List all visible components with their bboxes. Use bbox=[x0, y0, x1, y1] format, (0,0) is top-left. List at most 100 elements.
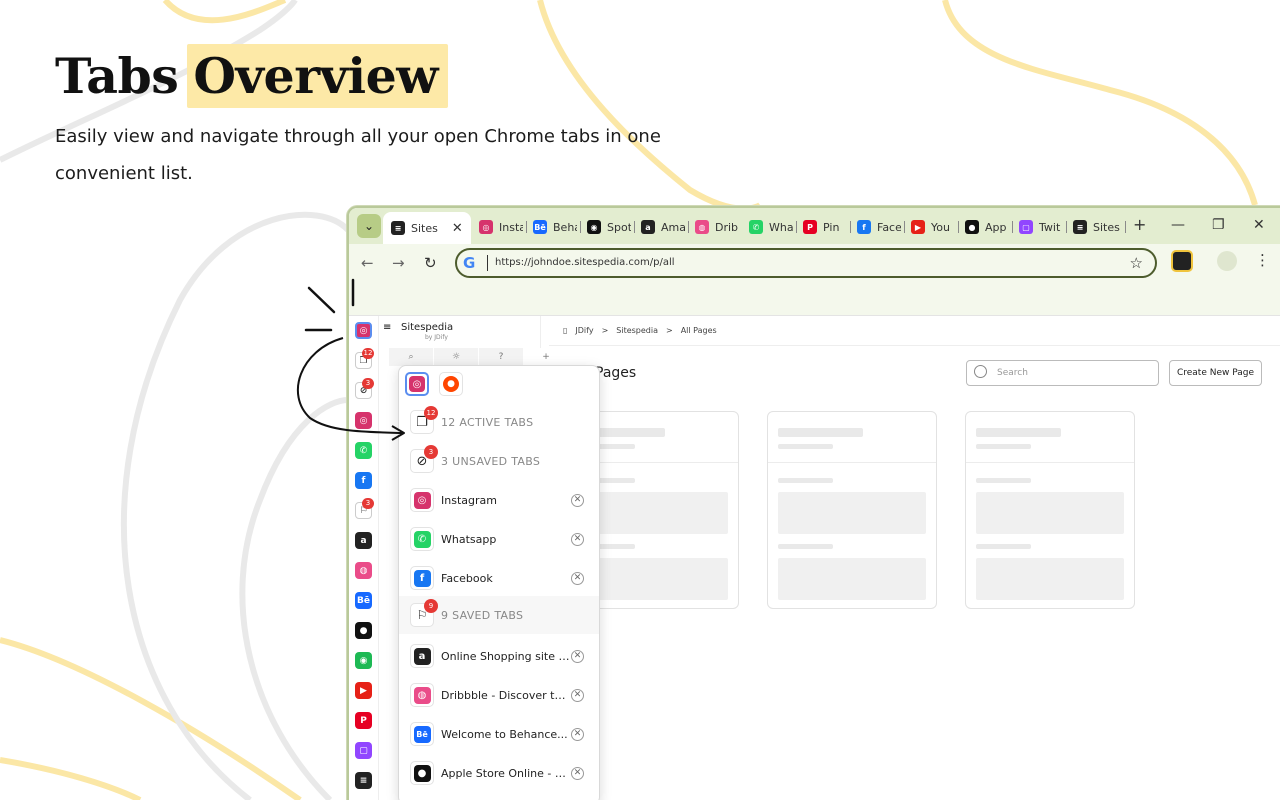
instagram-icon[interactable]: ◎ bbox=[355, 322, 372, 339]
instagram-quick-button[interactable]: ◎ bbox=[405, 372, 429, 396]
facebook-icon[interactable]: f bbox=[355, 472, 372, 489]
help-icon[interactable]: ? bbox=[479, 348, 523, 366]
close-icon[interactable]: ✕ bbox=[452, 221, 463, 236]
browser-tab[interactable]: a Ama bbox=[641, 214, 685, 240]
sitespedia-icon: ≡ bbox=[1073, 220, 1087, 234]
tab-title: Welcome to Behance... bbox=[441, 727, 568, 741]
tab-label: Sites bbox=[411, 221, 438, 235]
tab-label: Twit bbox=[1039, 220, 1061, 234]
title-highlight: Overview bbox=[187, 44, 448, 108]
tab-list-item[interactable]: a Online Shopping site in... ✕ bbox=[399, 637, 599, 675]
close-window-button[interactable]: ✕ bbox=[1253, 217, 1265, 233]
restore-button[interactable]: ❐ bbox=[1212, 217, 1225, 233]
bookmark-star-icon[interactable]: ☆ bbox=[1130, 254, 1143, 272]
browser-tab[interactable]: ● App bbox=[965, 214, 1009, 240]
icon-frame: f bbox=[410, 566, 434, 590]
tab-list-item[interactable]: ● Apple Store Online - Ap... ✕ bbox=[399, 754, 599, 792]
reddit-quick-button[interactable]: ● bbox=[439, 372, 463, 396]
breadcrumb-separator: > bbox=[601, 326, 609, 335]
minimize-button[interactable]: — bbox=[1171, 217, 1185, 233]
behance-icon: Bē bbox=[533, 220, 547, 234]
add-icon[interactable]: + bbox=[524, 348, 568, 366]
site-name[interactable]: Sitespedia bbox=[401, 322, 453, 333]
twitch-icon[interactable]: ▢ bbox=[355, 742, 372, 759]
dribbble-icon: ◍ bbox=[695, 220, 709, 234]
site-by: by JDify bbox=[425, 334, 448, 341]
browser-tab[interactable]: Bē Beha bbox=[533, 214, 577, 240]
search-input[interactable]: Search bbox=[966, 360, 1159, 386]
saved-tabs-badge: 9 bbox=[424, 599, 438, 613]
saved-tabs-row[interactable]: ⚐ 9 9 SAVED TABS bbox=[399, 596, 599, 634]
browser-tab[interactable]: ◉ Spot bbox=[587, 214, 631, 240]
bulb-icon[interactable]: ☼ bbox=[434, 348, 478, 366]
tab-list-item[interactable]: ◍ Dribbble - Discover th... ✕ bbox=[399, 676, 599, 714]
browser-tab[interactable]: ≡ Sites ✕ bbox=[383, 212, 471, 244]
dribbble-icon[interactable]: ◍ bbox=[355, 562, 372, 579]
browser-tab[interactable]: ◎ Insta bbox=[479, 214, 523, 240]
tab-search-button[interactable]: ⌄ bbox=[357, 214, 381, 238]
browser-tab[interactable]: f Face bbox=[857, 214, 901, 240]
youtube-icon[interactable]: ▶ bbox=[355, 682, 372, 699]
sitespedia-icon[interactable]: ≡ bbox=[355, 772, 372, 789]
tab-divider bbox=[688, 221, 689, 233]
active-tabs-row[interactable]: ❐ 12 12 ACTIVE TABS bbox=[399, 403, 599, 441]
close-icon[interactable]: ✕ bbox=[571, 766, 584, 780]
side-panel-rail: ◎ ❐ 12 ⊘ 3 ◎ ✆ f ⚐ 3 a ◍ Bē ● ◉ ▶ P ▢ ≡ bbox=[349, 316, 379, 800]
spotify-icon[interactable]: ◉ bbox=[355, 652, 372, 669]
create-new-page-button[interactable]: Create New Page bbox=[1169, 360, 1262, 386]
sidebar-toggle-icon[interactable]: ▯ bbox=[563, 326, 567, 335]
whatsapp-icon[interactable]: ✆ bbox=[355, 442, 372, 459]
active-tabs-badge: 12 bbox=[362, 348, 374, 359]
breadcrumb-item[interactable]: Sitespedia bbox=[616, 326, 658, 335]
instagram-icon: ◎ bbox=[413, 491, 431, 509]
close-icon[interactable]: ✕ bbox=[571, 688, 584, 702]
tab-list-item[interactable]: f Facebook ✕ bbox=[399, 559, 599, 597]
tab-divider bbox=[796, 221, 797, 233]
search-placeholder: Search bbox=[997, 368, 1028, 378]
close-icon[interactable]: ✕ bbox=[571, 493, 584, 507]
close-icon[interactable]: ✕ bbox=[571, 571, 584, 585]
search-icon[interactable]: ⌕ bbox=[389, 348, 433, 366]
breadcrumb-item[interactable]: JDify bbox=[575, 326, 593, 335]
extension-icon[interactable] bbox=[1171, 250, 1193, 272]
address-bar[interactable]: G https://johndoe.sitespedia.com/p/all ☆ bbox=[455, 248, 1157, 278]
menu-button[interactable]: ⋮ bbox=[1255, 251, 1270, 269]
page-card[interactable] bbox=[767, 411, 937, 609]
saved-tabs-label: 9 SAVED TABS bbox=[441, 608, 524, 622]
browser-tab[interactable]: ▢ Twit bbox=[1019, 214, 1063, 240]
icon-frame: Bē bbox=[410, 722, 434, 746]
amazon-icon: a bbox=[413, 647, 431, 665]
pinterest-icon[interactable]: P bbox=[355, 712, 372, 729]
active-tabs-badge: 12 bbox=[424, 406, 438, 420]
tab-list-item[interactable]: Bē Welcome to Behance... ✕ bbox=[399, 715, 599, 753]
close-icon[interactable]: ✕ bbox=[571, 727, 584, 741]
tab-title: Facebook bbox=[441, 571, 493, 585]
browser-tab[interactable]: ◍ Drib bbox=[695, 214, 739, 240]
amazon-icon[interactable]: a bbox=[355, 532, 372, 549]
unsaved-tabs-row[interactable]: ⊘ 3 3 UNSAVED TABS bbox=[399, 442, 599, 480]
new-tab-button[interactable]: + bbox=[1133, 215, 1146, 234]
instagram-icon[interactable]: ◎ bbox=[355, 412, 372, 429]
tab-title: Online Shopping site in... bbox=[441, 649, 571, 663]
reload-button[interactable]: ↻ bbox=[424, 254, 437, 272]
browser-tab[interactable]: ✆ Wha bbox=[749, 214, 793, 240]
tab-list-item[interactable]: ✆ Whatsapp ✕ bbox=[399, 520, 599, 558]
apple-icon[interactable]: ● bbox=[355, 622, 372, 639]
close-icon[interactable]: ✕ bbox=[571, 532, 584, 546]
behance-icon[interactable]: Bē bbox=[355, 592, 372, 609]
icon-frame: ✆ bbox=[410, 527, 434, 551]
close-icon[interactable]: ✕ bbox=[571, 649, 584, 663]
icon-frame: ● bbox=[410, 761, 434, 785]
back-button[interactable]: ← bbox=[361, 254, 374, 272]
unsaved-tabs-badge: 3 bbox=[424, 445, 438, 459]
facebook-icon: f bbox=[413, 569, 431, 587]
browser-tab[interactable]: P Pin bbox=[803, 214, 847, 240]
instagram-icon: ◎ bbox=[479, 220, 493, 234]
browser-tab[interactable]: ▶ You bbox=[911, 214, 955, 240]
tab-list-item[interactable]: ◎ Instagram ✕ bbox=[399, 481, 599, 519]
forward-button[interactable]: → bbox=[392, 254, 405, 272]
page-card[interactable] bbox=[965, 411, 1135, 609]
title-plain: Tabs bbox=[55, 47, 179, 105]
profile-avatar[interactable] bbox=[1217, 251, 1237, 271]
browser-tab[interactable]: ≡ Sites bbox=[1073, 214, 1123, 240]
